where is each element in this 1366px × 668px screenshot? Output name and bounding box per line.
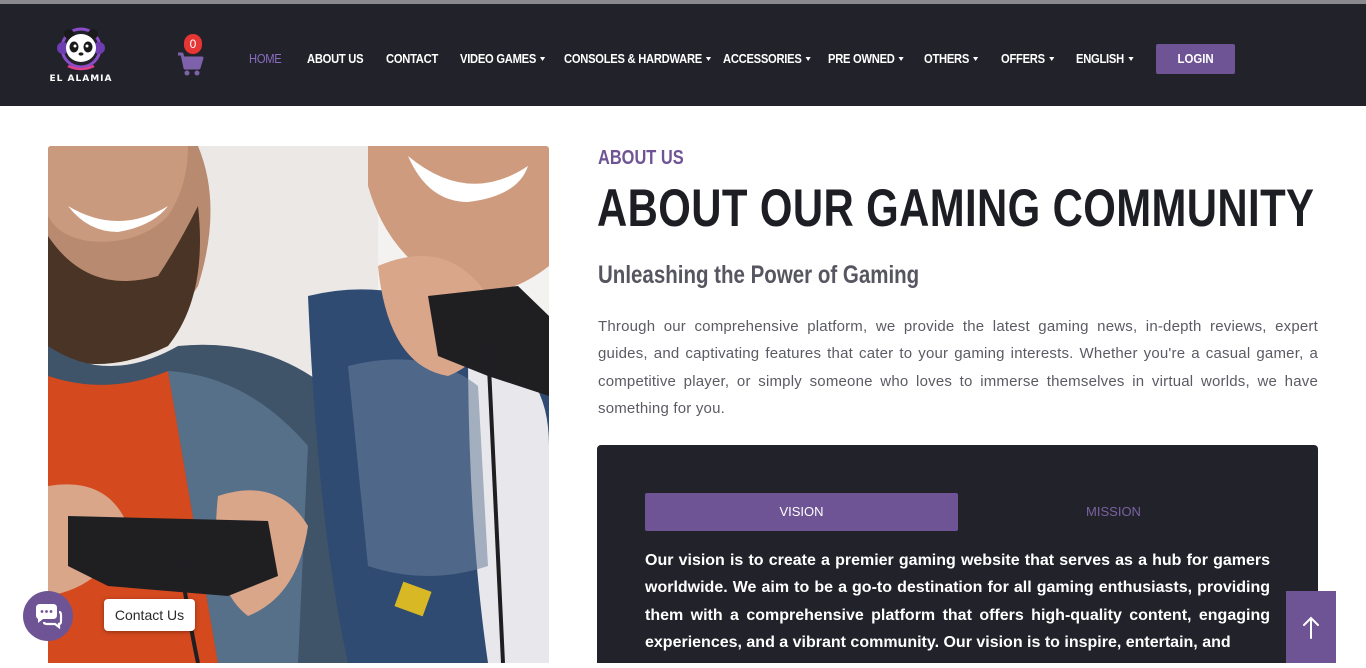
nav-language-label: ENGLISH [1076, 51, 1124, 66]
cart-count-badge: 0 [184, 34, 202, 54]
arrow-up-icon [1303, 616, 1319, 639]
vision-mission-panel: VISION MISSION Our vision is to create a… [597, 445, 1318, 663]
nav-consoles-hardware[interactable]: CONSOLES & HARDWARE [564, 44, 712, 74]
nav-offers[interactable]: OFFERS [1001, 44, 1055, 74]
nav-about-us-label: ABOUT US [307, 51, 364, 66]
section-subtitle: Unleashing the Power of Gaming [598, 261, 920, 289]
nav-accessories[interactable]: ACCESSORIES [723, 44, 812, 74]
contact-chat-button[interactable] [23, 591, 73, 641]
chevron-down-icon [706, 56, 712, 61]
nav-contact-label: CONTACT [386, 51, 439, 66]
section-eyebrow: ABOUT US [598, 147, 684, 169]
intro-paragraph: Through our comprehensive platform, we p… [598, 318, 1318, 417]
nav-consoles-hardware-label: CONSOLES & HARDWARE [564, 51, 702, 66]
tab-vision[interactable]: VISION [645, 493, 958, 531]
vision-text: Our vision is to create a premier gaming… [645, 552, 1270, 652]
nav-pre-owned[interactable]: PRE OWNED [828, 44, 905, 74]
nav-others[interactable]: OTHERS [924, 44, 979, 74]
nav-home-label: HOME [249, 51, 282, 66]
login-button-label: LOGIN [1177, 51, 1214, 66]
page-title: ABOUT OUR GAMING COMMUNITY [597, 179, 1315, 238]
chat-bubble-icon [36, 604, 63, 630]
nav-home[interactable]: HOME [249, 44, 282, 74]
contact-us-label[interactable]: Contact Us [104, 599, 195, 631]
gamers-illustration [48, 146, 549, 663]
nav-accessories-label: ACCESSORIES [723, 51, 802, 66]
nav-video-games[interactable]: VIDEO GAMES [460, 44, 546, 74]
navbar: EL ALAMIA 0 HOME ABOUT US CONTACT VIDEO … [0, 4, 1366, 106]
nav-pre-owned-label: PRE OWNED [828, 51, 895, 66]
nav-video-games-label: VIDEO GAMES [460, 51, 537, 66]
nav-language[interactable]: ENGLISH [1076, 44, 1134, 74]
panda-gamer-logo-icon [57, 27, 105, 71]
gamers-photo [48, 146, 549, 663]
nav-contact[interactable]: CONTACT [386, 44, 438, 74]
scroll-to-top-button[interactable] [1286, 591, 1336, 663]
chevron-down-icon [973, 56, 979, 61]
chevron-down-icon [805, 56, 812, 61]
chevron-down-icon [898, 56, 905, 61]
chevron-down-icon [540, 56, 546, 61]
nav-others-label: OTHERS [924, 51, 970, 66]
tab-mission[interactable]: MISSION [957, 493, 1270, 531]
chevron-down-icon [1128, 56, 1134, 61]
login-button[interactable]: LOGIN [1156, 44, 1235, 74]
cart-icon [178, 52, 204, 76]
site-logo[interactable]: EL ALAMIA [46, 22, 116, 92]
brand-name: EL ALAMIA [49, 74, 113, 84]
nav-offers-label: OFFERS [1001, 51, 1045, 66]
nav-about-us[interactable]: ABOUT US [307, 44, 364, 74]
chevron-down-icon [1049, 56, 1055, 61]
cart-button[interactable] [176, 50, 204, 78]
